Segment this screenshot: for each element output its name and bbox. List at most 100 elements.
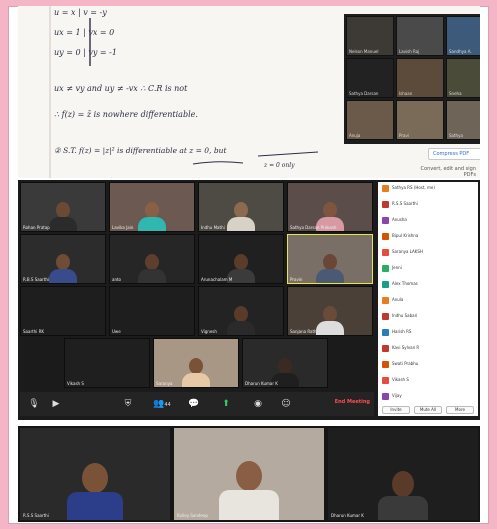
participant-name: Indhu Sabari <box>392 313 418 318</box>
video-tile[interactable]: Pravi <box>396 100 444 140</box>
tile-name: Pravi <box>399 133 409 138</box>
video-tile[interactable]: Saranya <box>153 338 239 388</box>
wb-line-3: ux ≠ vy and uy ≠ -vx ∴ C.R is not <box>54 84 188 93</box>
video-tile[interactable]: R.B.S Saarthi <box>20 234 106 284</box>
tile-name: Lavika Jain <box>112 225 134 230</box>
participants-icon: 👥 <box>153 399 165 409</box>
whiteboard[interactable]: u = x | v = -y ux = 1 | vx = 0 uy = 0 | … <box>18 6 328 178</box>
tile-name: Nelson Manuel <box>349 49 379 54</box>
tile-name: Saarthi RK <box>23 329 44 334</box>
video-tile[interactable]: Lavika Jain <box>109 182 195 232</box>
wb-line-2: uy = 0 | vy = -1 <box>54 48 117 57</box>
chat-icon[interactable]: 💬 <box>184 396 204 412</box>
tile-name: Rohan Pratap <box>23 225 50 230</box>
participant-name: Bipul Krishna <box>392 233 419 238</box>
participant-name: Swati Prabhu <box>392 361 419 366</box>
video-tile[interactable]: Rohan Pratap <box>20 182 106 232</box>
video-tile[interactable]: anto <box>109 234 195 284</box>
video-tile[interactable]: Dharun Kumar K <box>328 428 478 520</box>
video-tile[interactable]: Ishaan <box>396 58 444 98</box>
pdf-hint: Convert, edit and sign PDFs <box>420 166 476 178</box>
tile-name: Saranya <box>156 381 173 386</box>
participant-row[interactable]: Indhu Sabari <box>382 312 474 321</box>
video-tile[interactable]: Saarthi RK <box>20 286 106 336</box>
participant-name: R.S.S Saarthi <box>392 201 418 206</box>
tile-name: R.S.S Saarthi <box>23 513 49 518</box>
participant-row[interactable]: Anusha <box>382 216 474 225</box>
reactions-icon[interactable]: ☺ <box>276 396 296 412</box>
active-speaker-tile[interactable]: Pravin <box>287 234 373 284</box>
video-tile[interactable]: Nelson Manuel <box>346 16 394 56</box>
tile-name: Anuja <box>349 133 361 138</box>
participant-name: Jenni <box>392 265 402 270</box>
share-screen-icon[interactable]: ⬆ <box>216 396 236 412</box>
participant-row[interactable]: Vikash S <box>382 376 474 385</box>
wb-line-5: ② S.T. f(z) = |z|² is differentiable at … <box>54 146 227 155</box>
video-tile[interactable]: Sathya Darsan Prakash <box>287 182 373 232</box>
mute-all-button[interactable]: Mute All <box>414 406 442 414</box>
video-tile[interactable]: Sathya <box>446 100 480 140</box>
participant-row[interactable]: Harish RS <box>382 328 474 337</box>
more-button[interactable]: More <box>446 406 474 414</box>
participant-row[interactable]: Kavi Sylvan R <box>382 344 474 353</box>
top-video-gallery: Nelson Manuel Lavish Raj Sandhya A. Sath… <box>344 14 480 144</box>
participant-name: Anula <box>392 297 404 302</box>
tile-name: R.B.S Saarthi <box>23 277 50 282</box>
participant-row[interactable]: Bipul Krishna <box>382 232 474 241</box>
invite-button[interactable]: Invite <box>382 406 410 414</box>
tile-name: Ishaan <box>399 91 413 96</box>
video-tile[interactable]: Sathya Darsan <box>346 58 394 98</box>
participants-button[interactable]: 👥44 <box>148 396 176 412</box>
video-tile[interactable]: R.S.S Saarthi <box>20 428 170 520</box>
participant-name: Sathya RS (Host, me) <box>392 185 435 190</box>
video-tile[interactable]: Dharun Kumar K <box>242 338 328 388</box>
tile-name: Vikash S <box>67 381 84 386</box>
compress-pdf-button[interactable]: Compress PDF <box>428 148 480 160</box>
tile-name: Arunachalam M <box>201 277 233 282</box>
tile-name: anto <box>112 277 122 282</box>
tile-name: Uwe <box>112 329 121 334</box>
wb-line-6: z = 0 only <box>264 162 295 169</box>
participant-row[interactable]: Vijay <box>382 392 474 401</box>
tile-name: Sandhya A. <box>449 49 472 54</box>
participant-row[interactable]: Sathya RS (Host, me) <box>382 184 474 193</box>
end-meeting-button[interactable]: End Meeting <box>335 399 370 405</box>
wb-line-1: ux = 1 | vx = 0 <box>54 28 115 37</box>
video-tile[interactable]: Sneha <box>446 58 480 98</box>
tile-name: Sathya Darsan Prakash <box>290 225 337 230</box>
video-tile[interactable]: Uwe <box>109 286 195 336</box>
participant-row[interactable]: Jenni <box>382 264 474 273</box>
microphone-icon[interactable]: 🎙 <box>24 396 44 412</box>
whiteboard-panel: u = x | v = -y ux = 1 | vx = 0 uy = 0 | … <box>18 6 480 178</box>
video-tile[interactable]: Anuja <box>346 100 394 140</box>
tile-name: Dharun Kumar K <box>331 513 364 518</box>
video-tile[interactable]: Vignesh <box>198 286 284 336</box>
participant-row[interactable]: R.S.S Saarthi <box>382 200 474 209</box>
record-icon[interactable]: ◉ <box>248 396 268 412</box>
participants-count: 44 <box>164 402 171 408</box>
camera-icon[interactable]: ▶ <box>46 396 66 412</box>
tile-name: Sanjana Rath <box>290 329 317 334</box>
video-tile[interactable]: Lavish Raj <box>396 16 444 56</box>
participant-name: Anusha <box>392 217 407 222</box>
tile-name: Kailey Sandeep <box>177 513 208 518</box>
meeting-toolbar: 🎙 ▶ ⛨ 👥44 💬 ⬆ ◉ ☺ End Meeting <box>20 392 374 416</box>
tile-name: Indhu Mathi <box>201 225 225 230</box>
video-tile[interactable]: Arunachalam M <box>198 234 284 284</box>
participant-row[interactable]: Swati Prabhu <box>382 360 474 369</box>
video-tile[interactable]: Indhu Mathi <box>198 182 284 232</box>
participant-row[interactable]: Anula <box>382 296 474 305</box>
participant-name: Harish RS <box>392 329 412 334</box>
video-tile[interactable]: Sanjana Rath <box>287 286 373 336</box>
wb-line-4: ∴ f(z) = z̄ is nowhere differentiable. <box>54 110 198 119</box>
video-grid: Rohan Pratap Lavika Jain Indhu Mathi Sat… <box>20 182 374 388</box>
compress-pdf-label: Compress PDF <box>433 151 470 157</box>
participants-panel: Sathya RS (Host, me) R.S.S Saarthi Anush… <box>378 182 478 416</box>
security-icon[interactable]: ⛨ <box>118 396 138 412</box>
video-tile[interactable]: Kailey Sandeep <box>174 428 324 520</box>
participant-row[interactable]: Saranya LAKSH <box>382 248 474 257</box>
speaker-strip: R.S.S Saarthi Kailey Sandeep Dharun Kuma… <box>18 426 480 522</box>
participant-row[interactable]: Alex Thomas <box>382 280 474 289</box>
video-tile[interactable]: Sandhya A. <box>446 16 480 56</box>
video-tile[interactable]: Vikash S <box>64 338 150 388</box>
